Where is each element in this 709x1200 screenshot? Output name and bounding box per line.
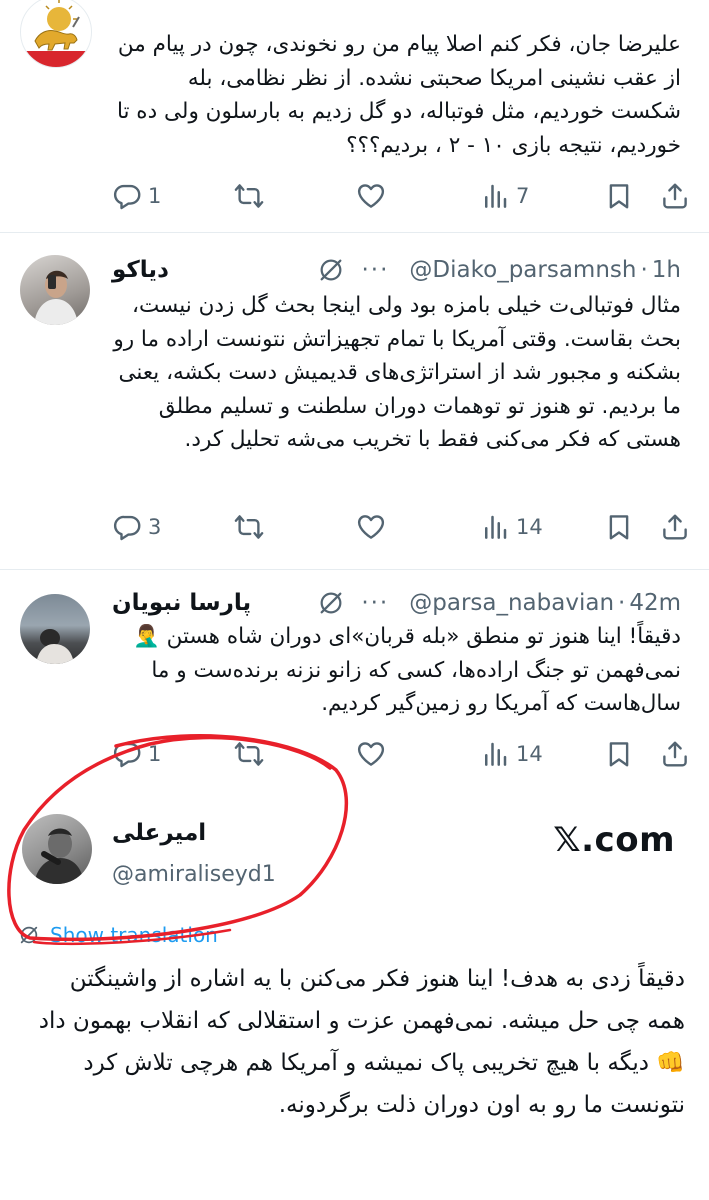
tweet-1[interactable]: علیرضا جان، فکر کنم اصلا پیام من رو نخون… [0, 0, 709, 232]
like-icon [356, 512, 386, 542]
avatar[interactable] [20, 255, 90, 325]
reply-button[interactable]: 3 [112, 507, 161, 547]
timestamp[interactable]: 1h [652, 257, 681, 283]
tweet-text: دقیقاً زدی به هدف! اینا هنوز فکر می‌کنن … [38, 966, 685, 1118]
views-icon [480, 739, 510, 769]
repost-button[interactable] [234, 734, 264, 774]
reply-icon [112, 739, 142, 769]
bookmark-button[interactable] [604, 507, 634, 547]
like-button[interactable] [356, 507, 386, 547]
display-name[interactable]: دیاکو [112, 257, 169, 283]
person-photo-icon [34, 828, 84, 884]
action-bar: 3 14 [0, 507, 709, 547]
share-button[interactable] [660, 176, 690, 216]
bookmark-icon [604, 512, 634, 542]
tweet-3[interactable]: ··· @parsa_nabavian · 42m پارسا نبویان د… [0, 570, 709, 786]
share-icon [660, 512, 690, 542]
reply-count: 1 [148, 742, 162, 766]
bookmark-button[interactable] [604, 734, 634, 774]
repost-icon [234, 739, 264, 769]
handle[interactable]: @Diako_parsamnsh [409, 257, 636, 283]
views-button[interactable]: 7 [480, 176, 529, 216]
views-count: 7 [516, 184, 530, 208]
x-brand-logo: 𝕏.com [553, 820, 675, 860]
reply-count: 1 [148, 184, 162, 208]
reply-icon [112, 181, 142, 211]
grok-icon[interactable] [317, 256, 345, 284]
repost-icon [234, 181, 264, 211]
tweet-text: دقیقاً! اینا هنوز تو منطق «بله قربان»ای … [133, 624, 681, 716]
reply-count: 3 [148, 515, 162, 539]
handle[interactable]: @amiraliseyd1 [112, 862, 276, 887]
like-icon [356, 181, 386, 211]
like-button[interactable] [356, 176, 386, 216]
reply-button[interactable]: 1 [112, 176, 161, 216]
views-button[interactable]: 14 [480, 507, 543, 547]
tweet-2[interactable]: ··· @Diako_parsamnsh · 1h دیاکو مثال فوت… [0, 233, 709, 569]
views-count: 14 [516, 742, 543, 766]
views-icon [480, 512, 510, 542]
share-button[interactable] [660, 507, 690, 547]
more-icon[interactable]: ··· [361, 590, 389, 616]
timestamp[interactable]: 42m [629, 590, 681, 616]
reply-icon [112, 512, 142, 542]
person-photo-icon [36, 629, 74, 664]
action-bar: 1 14 [0, 734, 709, 774]
tweet-text: مثال فوتبالی‌ت خیلی بامزه بود ولی اینجا … [113, 293, 681, 452]
repost-icon [234, 512, 264, 542]
share-icon [660, 739, 690, 769]
person-photo-icon [34, 270, 78, 325]
display-name[interactable]: پارسا نبویان [112, 590, 251, 616]
show-translation-label: Show translation [50, 923, 218, 947]
views-icon [480, 181, 510, 211]
bookmark-icon [604, 739, 634, 769]
share-icon [660, 181, 690, 211]
share-button[interactable] [660, 734, 690, 774]
separator-dot: · [618, 590, 626, 616]
separator-dot: · [640, 257, 648, 283]
views-count: 14 [516, 515, 543, 539]
bookmark-icon [604, 181, 634, 211]
avatar[interactable] [20, 0, 92, 68]
like-button[interactable] [356, 734, 386, 774]
tweet-text: علیرضا جان، فکر کنم اصلا پیام من رو نخون… [116, 32, 681, 158]
more-icon[interactable]: ··· [361, 257, 389, 283]
views-button[interactable]: 14 [480, 734, 543, 774]
grok-icon[interactable] [317, 589, 345, 617]
action-bar: 1 7 [0, 176, 709, 216]
globe-icon [18, 924, 40, 946]
bookmark-button[interactable] [604, 176, 634, 216]
reply-button[interactable]: 1 [112, 734, 161, 774]
like-icon [356, 739, 386, 769]
lion-and-sun-icon [21, 0, 91, 67]
avatar[interactable] [22, 814, 92, 884]
show-translation-link[interactable]: Show translation [18, 920, 218, 950]
repost-button[interactable] [234, 176, 264, 216]
main-tweet: امیرعلی @amiraliseyd1 𝕏.com Show transla… [0, 790, 709, 1200]
avatar[interactable] [20, 594, 90, 664]
handle[interactable]: @parsa_nabavian [409, 590, 614, 616]
display-name[interactable]: امیرعلی [112, 820, 206, 846]
repost-button[interactable] [234, 507, 264, 547]
